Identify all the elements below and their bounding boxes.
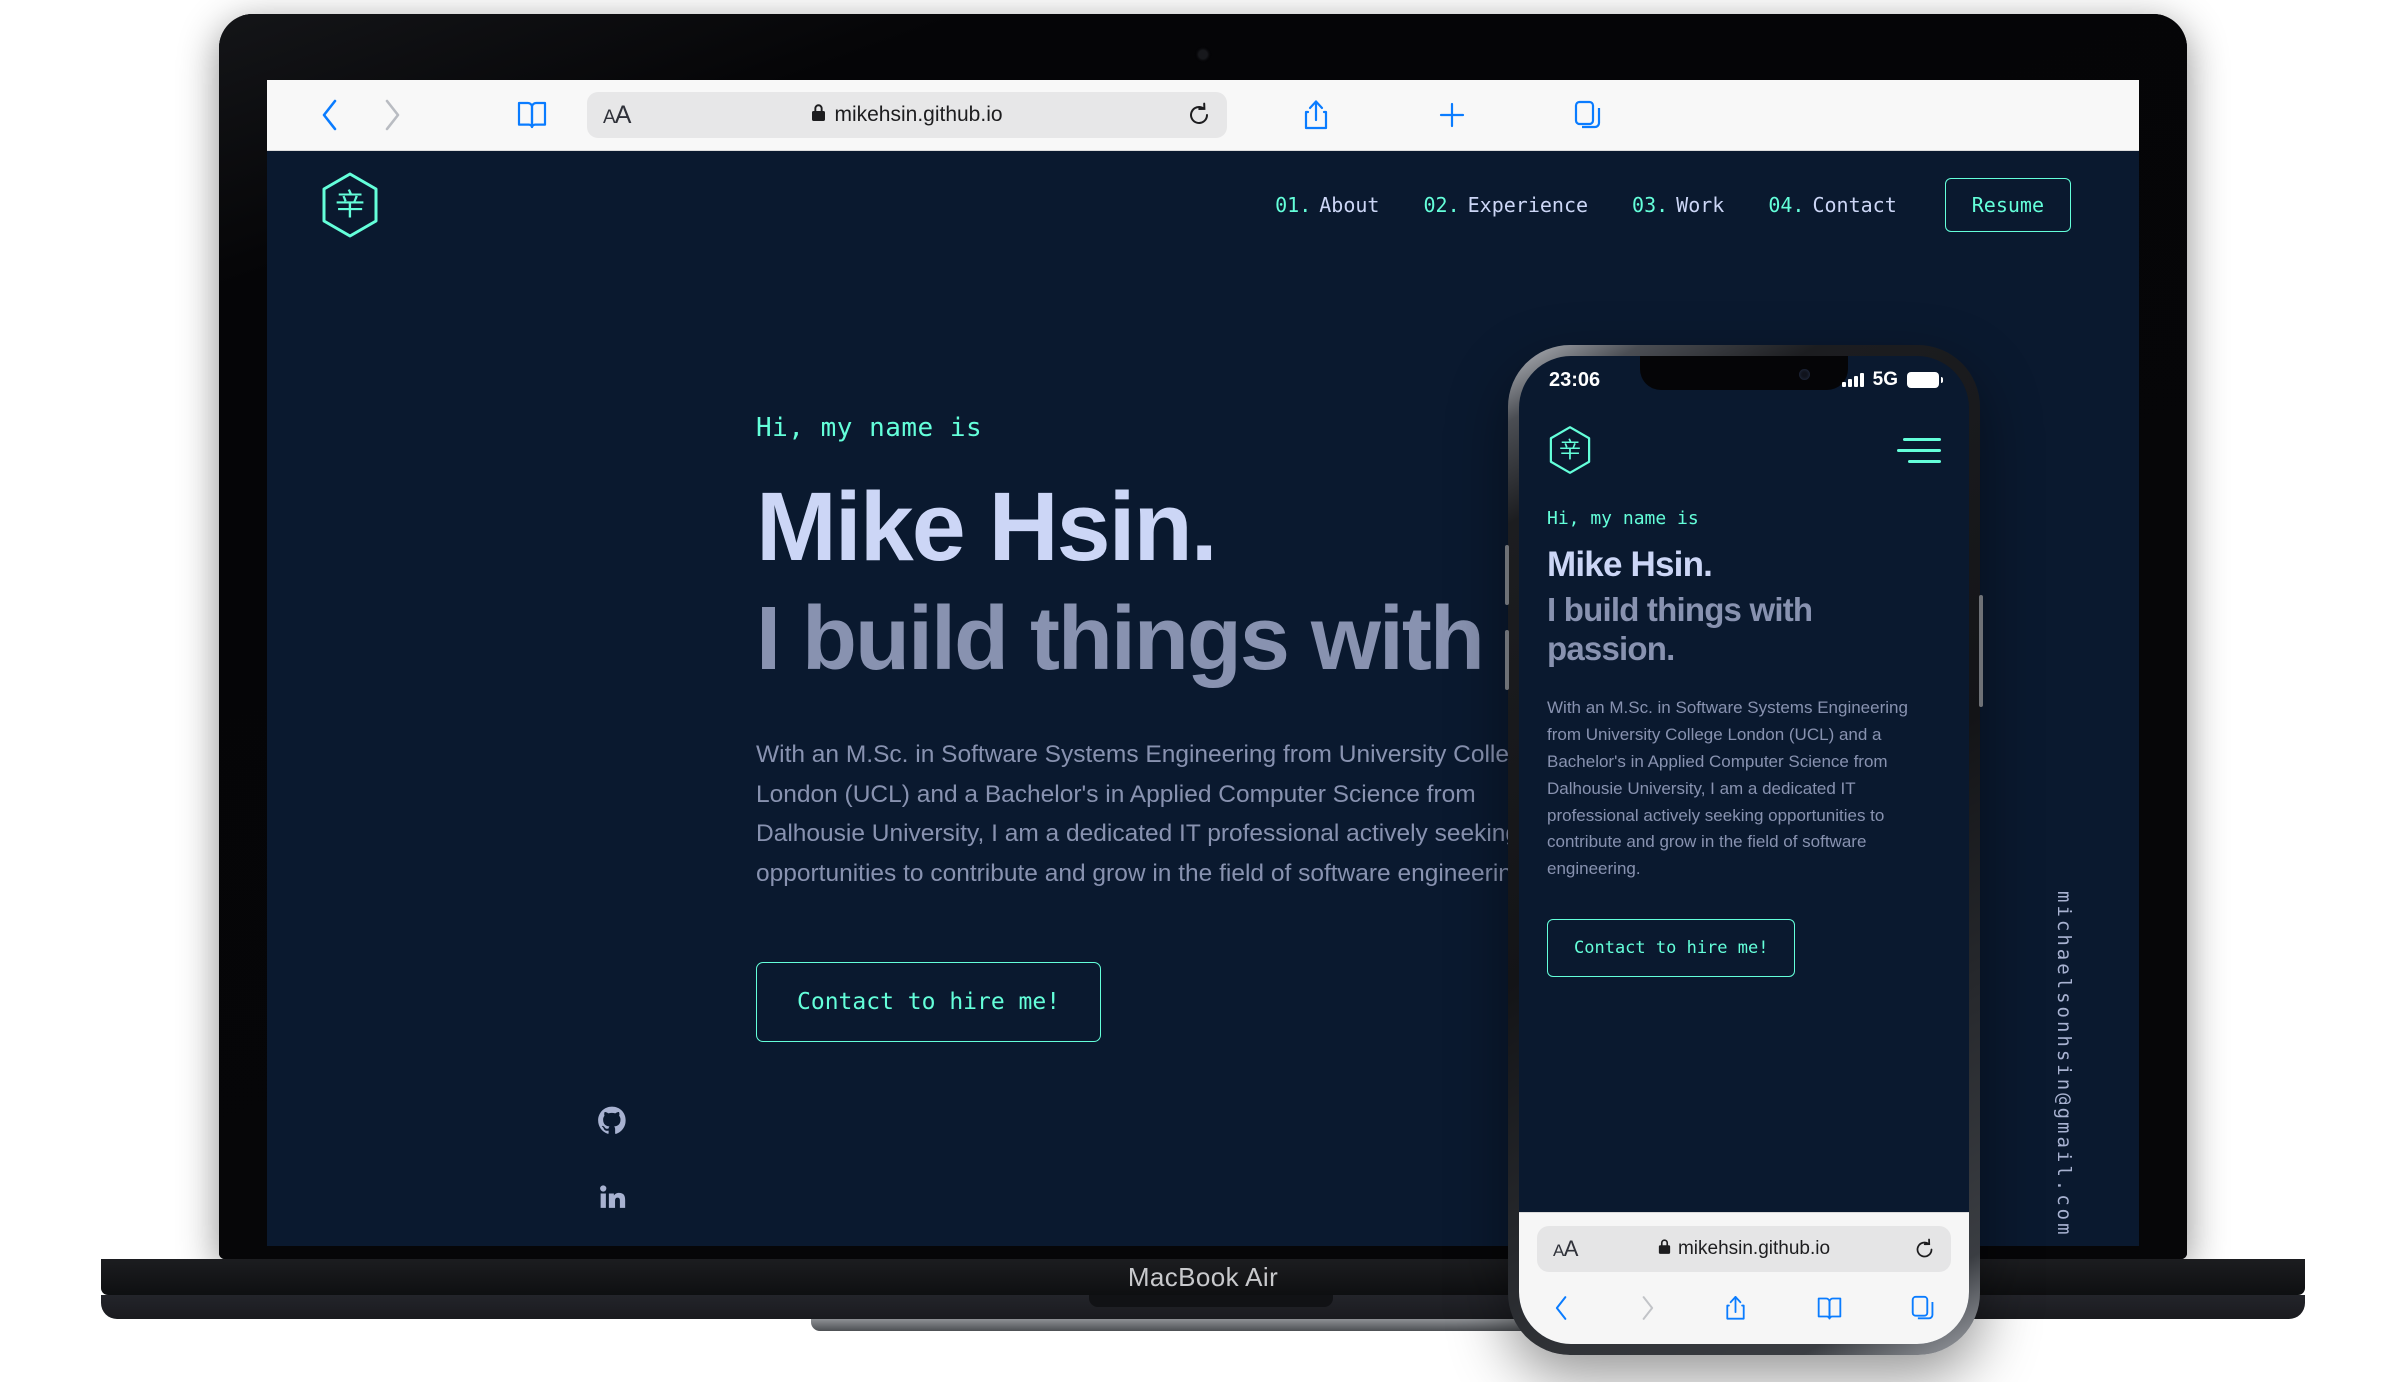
address-bar[interactable]: AA mikehsin.github.io <box>587 92 1227 138</box>
hero-description: With an M.Sc. in Software Systems Engine… <box>756 735 1546 894</box>
nav-number: 01. <box>1275 193 1311 217</box>
share-button[interactable] <box>1285 92 1347 138</box>
nav-item-experience[interactable]: 02. Experience <box>1401 193 1610 217</box>
nav-item-work[interactable]: 03. Work <box>1610 193 1746 217</box>
power-button[interactable] <box>1979 595 1983 707</box>
safari-toolbar: AA mikehsin.github.io <box>267 80 2139 151</box>
phone-address-bar-text: mikehsin.github.io <box>1537 1238 1951 1261</box>
back-button[interactable] <box>299 92 361 138</box>
laptop-foot <box>811 1319 1611 1331</box>
iphone-device: 23:06 5G 辛 <box>1508 345 1980 1355</box>
new-tab-button[interactable] <box>1421 92 1483 138</box>
lock-icon <box>1658 1238 1671 1261</box>
address-bar-text: mikehsin.github.io <box>587 103 1227 128</box>
nav-number: 03. <box>1632 193 1668 217</box>
contact-cta-button[interactable]: Contact to hire me! <box>1547 919 1795 977</box>
phone-hero-section: Hi, my name is Mike Hsin. I build things… <box>1519 478 1969 977</box>
main-navigation: 01. About 02. Experience 03. Work 04. Contac… <box>1253 178 2071 232</box>
url-value: mikehsin.github.io <box>834 103 1002 127</box>
volume-down-button[interactable] <box>1505 630 1509 690</box>
signal-bars-icon <box>1842 373 1864 387</box>
show-tabs-button[interactable] <box>1911 1295 1935 1321</box>
battery-icon <box>1907 372 1939 388</box>
phone-safari-bottom-bar: AA mikehsin.github.io <box>1519 1212 1969 1344</box>
contact-cta-button[interactable]: Contact to hire me! <box>756 962 1101 1042</box>
nav-label: Contact <box>1812 193 1896 217</box>
phone-toolbar <box>1537 1272 1951 1344</box>
nav-label: Experience <box>1468 193 1588 217</box>
share-button[interactable] <box>1724 1294 1747 1322</box>
site-header: 辛 01. About 02. Experience 03. Work <box>267 151 2139 259</box>
nav-item-contact[interactable]: 04. Contact <box>1746 193 1918 217</box>
hero-description: With an M.Sc. in Software Systems Engine… <box>1547 695 1941 883</box>
nav-number: 02. <box>1423 193 1459 217</box>
webcam-icon <box>1199 50 1208 59</box>
laptop-base-notch <box>1089 1295 1333 1307</box>
hexagon-logo-icon[interactable]: 辛 <box>319 171 381 239</box>
network-label: 5G <box>1873 369 1898 391</box>
lock-icon <box>811 103 826 128</box>
social-links-rail <box>597 1106 627 1216</box>
phone-site-header: 辛 <box>1519 404 1969 478</box>
bookmarks-button[interactable] <box>1816 1296 1843 1321</box>
url-value: mikehsin.github.io <box>1678 1238 1830 1260</box>
nav-label: About <box>1319 193 1379 217</box>
forward-button[interactable] <box>1639 1294 1656 1322</box>
bookmarks-button[interactable] <box>501 92 563 138</box>
nav-label: Work <box>1676 193 1724 217</box>
screenshot-stage: AA mikehsin.github.io <box>0 0 2406 1382</box>
linkedin-icon[interactable] <box>597 1181 627 1216</box>
nav-item-about[interactable]: 01. About <box>1253 193 1401 217</box>
phone-screen: 23:06 5G 辛 <box>1519 356 1969 1344</box>
phone-address-bar[interactable]: AA mikehsin.github.io <box>1537 1226 1951 1272</box>
show-tabs-button[interactable] <box>1557 92 1619 138</box>
hero-greeting: Hi, my name is <box>1547 508 1941 529</box>
phone-status-bar: 23:06 5G <box>1519 356 1969 404</box>
hexagon-logo-icon[interactable]: 辛 <box>1547 425 1593 475</box>
forward-button[interactable] <box>361 92 423 138</box>
resume-button[interactable]: Resume <box>1945 178 2071 232</box>
email-rail[interactable]: michaelsonhsin@gmail.com <box>2053 891 2075 1238</box>
nav-number: 04. <box>1768 193 1804 217</box>
github-icon[interactable] <box>597 1106 627 1141</box>
hero-name: Mike Hsin. <box>1547 545 1941 585</box>
hero-tagline: I build things with passion. <box>1547 591 1941 669</box>
back-button[interactable] <box>1553 1294 1570 1322</box>
svg-text:辛: 辛 <box>335 188 365 223</box>
volume-up-button[interactable] <box>1505 545 1509 605</box>
status-time: 23:06 <box>1549 369 1600 392</box>
phone-webpage: 辛 Hi, my name is Mike Hsin. I build thin… <box>1519 404 1969 1212</box>
hamburger-menu-icon[interactable] <box>1897 438 1941 463</box>
svg-text:辛: 辛 <box>1559 438 1581 463</box>
